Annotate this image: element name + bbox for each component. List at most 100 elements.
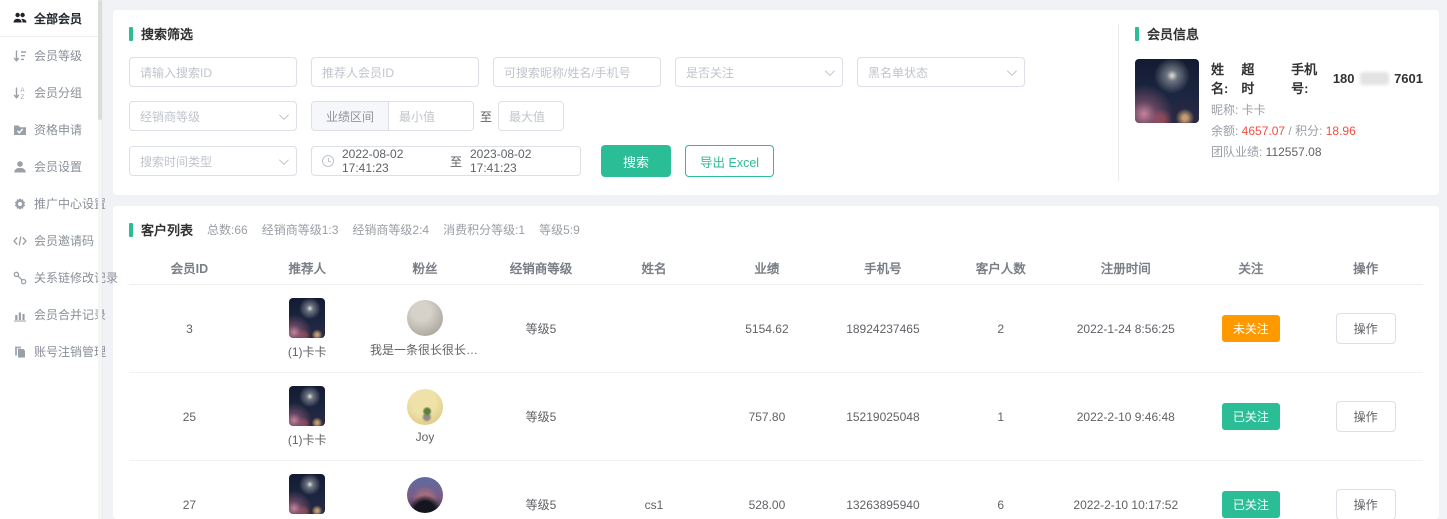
- date-range-input[interactable]: 2022-08-02 17:41:23 至 2023-08-02 17:41:2…: [311, 146, 581, 176]
- stat-level5: 等级5:9: [539, 221, 580, 238]
- member-name-phone-line: 姓名: 超时 手机号: 1807601: [1211, 59, 1423, 97]
- fan-name: Joy: [416, 430, 435, 444]
- col-customer-count: 客户人数: [943, 258, 1058, 277]
- performance-range-group: 业绩区间 最小值: [311, 101, 474, 131]
- search-filter-panel: 搜索筛选 请输入搜索ID 推荐人会员ID 可搜索昵称/姓名/手机号 是否关注 黑…: [113, 10, 1118, 195]
- link-icon: [12, 270, 27, 285]
- app-window: 全部会员 会员等级 AZ 会员分组 资格申请 会员设置: [0, 0, 1447, 519]
- sidebar-item-qualification[interactable]: 资格申请: [0, 111, 102, 148]
- cell-performance: 528.00: [711, 498, 822, 512]
- referrer-avatar: [289, 474, 325, 514]
- stat-total: 总数:66: [207, 221, 248, 238]
- col-member-id: 会员ID: [129, 258, 250, 277]
- file-copy-icon: [12, 344, 27, 359]
- search-id-input[interactable]: 请输入搜索ID: [129, 57, 297, 87]
- sidebar-item-label: 全部会员: [34, 10, 82, 27]
- sidebar-item-relation-log[interactable]: 关系链修改记录: [0, 259, 102, 296]
- table-header-row: 会员ID 推荐人 粉丝 经销商等级 姓名 业绩 手机号 客户人数 注册时间 关注…: [129, 251, 1423, 285]
- cell-reg-time: 2022-1-24 8:56:25: [1058, 322, 1193, 336]
- referrer-name: (1)卡卡: [288, 343, 327, 360]
- cell-dealer-level: 等级5: [485, 408, 596, 425]
- sidebar-item-label: 会员合并记录: [34, 306, 106, 323]
- referrer-id-input[interactable]: 推荐人会员ID: [311, 57, 479, 87]
- cell-member-id: 3: [129, 322, 250, 336]
- cell-fan: Lazy Cat: [365, 477, 486, 519]
- cell-name: cs1: [597, 498, 712, 512]
- member-team-line: 团队业绩: 112557.08: [1211, 143, 1423, 160]
- sort-group-icon: AZ: [12, 85, 27, 100]
- team-performance-value: 112557.08: [1266, 145, 1322, 159]
- sidebar-item-invite-code[interactable]: 会员邀请码: [0, 222, 102, 259]
- sidebar-scrollbar[interactable]: [98, 0, 102, 519]
- cell-phone: 15219025048: [823, 410, 944, 424]
- stat-dealer1: 经销商等级1:3: [262, 221, 339, 238]
- member-avatar: [1135, 59, 1199, 123]
- performance-max-input[interactable]: 最大值: [498, 101, 564, 131]
- clock-icon: [322, 155, 334, 167]
- performance-min-input[interactable]: 最小值: [389, 108, 473, 125]
- blacklist-status-select[interactable]: 黑名单状态: [857, 57, 1025, 87]
- sidebar-item-all-members[interactable]: 全部会员: [0, 0, 102, 37]
- customer-list-title: 客户列表: [129, 220, 193, 239]
- stat-dealer2: 经销商等级2:4: [352, 221, 429, 238]
- cell-customer-count: 1: [943, 410, 1058, 424]
- row-action-button[interactable]: 操作: [1336, 401, 1396, 432]
- table-row: 3 (1)卡卡 我是一条很长很长很... 等级5 5154.62 1892423…: [129, 285, 1423, 373]
- member-info-panel: 会员信息 姓名: 超时 手机号: 1807601 昵称: 卡卡: [1119, 10, 1439, 195]
- fan-avatar: [407, 477, 443, 513]
- customer-list-stats: 总数:66 经销商等级1:3 经销商等级2:4 消费积分等级:1 等级5:9: [207, 221, 580, 238]
- users-icon: [12, 11, 27, 26]
- cell-dealer-level: 等级5: [485, 320, 596, 337]
- member-info-title: 会员信息: [1135, 24, 1423, 43]
- export-excel-button[interactable]: 导出 Excel: [685, 145, 774, 177]
- sidebar-item-member-level[interactable]: 会员等级: [0, 37, 102, 74]
- title-accent-bar: [1135, 27, 1139, 41]
- chevron-down-icon: [1007, 66, 1017, 76]
- range-to-label: 至: [480, 108, 492, 125]
- sidebar-item-account-cancel[interactable]: 账号注销管理: [0, 333, 102, 370]
- gear-icon: [12, 196, 27, 211]
- col-phone: 手机号: [823, 258, 944, 277]
- cell-reg-time: 2022-2-10 10:17:52: [1058, 498, 1193, 512]
- cell-referrer: (1)卡卡: [250, 474, 365, 519]
- follow-status-badge: 未关注: [1222, 315, 1280, 342]
- sidebar-item-member-group[interactable]: AZ 会员分组: [0, 74, 102, 111]
- referrer-name: (1)卡卡: [288, 431, 327, 448]
- col-name: 姓名: [597, 258, 712, 277]
- row-action-button[interactable]: 操作: [1336, 313, 1396, 344]
- sidebar-item-merge-log[interactable]: 会员合并记录: [0, 296, 102, 333]
- sort-level-icon: [12, 48, 27, 63]
- balance-value: 4657.07: [1242, 124, 1285, 138]
- sidebar-item-member-settings[interactable]: 会员设置: [0, 148, 102, 185]
- keyword-input[interactable]: 可搜索昵称/姓名/手机号: [493, 57, 661, 87]
- svg-text:Z: Z: [20, 95, 24, 100]
- title-accent-bar: [129, 27, 133, 41]
- col-performance: 业绩: [711, 258, 822, 277]
- sidebar-item-label: 会员设置: [34, 158, 82, 175]
- member-balance-line: 余额: 4657.07 / 积分: 18.96: [1211, 122, 1423, 139]
- col-referrer: 推荐人: [250, 258, 365, 277]
- referrer-avatar: [289, 298, 325, 338]
- table-row: 25 (1)卡卡 Joy 等级5 757.80 15219025048 1 20…: [129, 373, 1423, 461]
- sidebar-item-label: 账号注销管理: [34, 343, 106, 360]
- cell-customer-count: 6: [943, 498, 1058, 512]
- folder-check-icon: [12, 122, 27, 137]
- sidebar-item-label: 会员邀请码: [34, 232, 94, 249]
- cell-referrer: (1)卡卡: [250, 386, 365, 448]
- dealer-level-select[interactable]: 经销商等级: [129, 101, 297, 131]
- cell-fan: Joy: [365, 389, 486, 444]
- cell-reg-time: 2022-2-10 9:46:48: [1058, 410, 1193, 424]
- follow-status-badge: 已关注: [1222, 403, 1280, 430]
- row-action-button[interactable]: 操作: [1336, 489, 1396, 519]
- col-action: 操作: [1308, 258, 1423, 277]
- sidebar-item-promotion-settings[interactable]: 推广中心设置: [0, 185, 102, 222]
- col-dealer-level: 经销商等级: [485, 258, 596, 277]
- cell-customer-count: 2: [943, 322, 1058, 336]
- chevron-down-icon: [279, 155, 289, 165]
- chevron-down-icon: [279, 110, 289, 120]
- follow-status-select[interactable]: 是否关注: [675, 57, 843, 87]
- search-button[interactable]: 搜索: [601, 145, 671, 177]
- cell-performance: 5154.62: [711, 322, 822, 336]
- time-type-select[interactable]: 搜索时间类型: [129, 146, 297, 176]
- search-panel-title: 搜索筛选: [129, 24, 1102, 43]
